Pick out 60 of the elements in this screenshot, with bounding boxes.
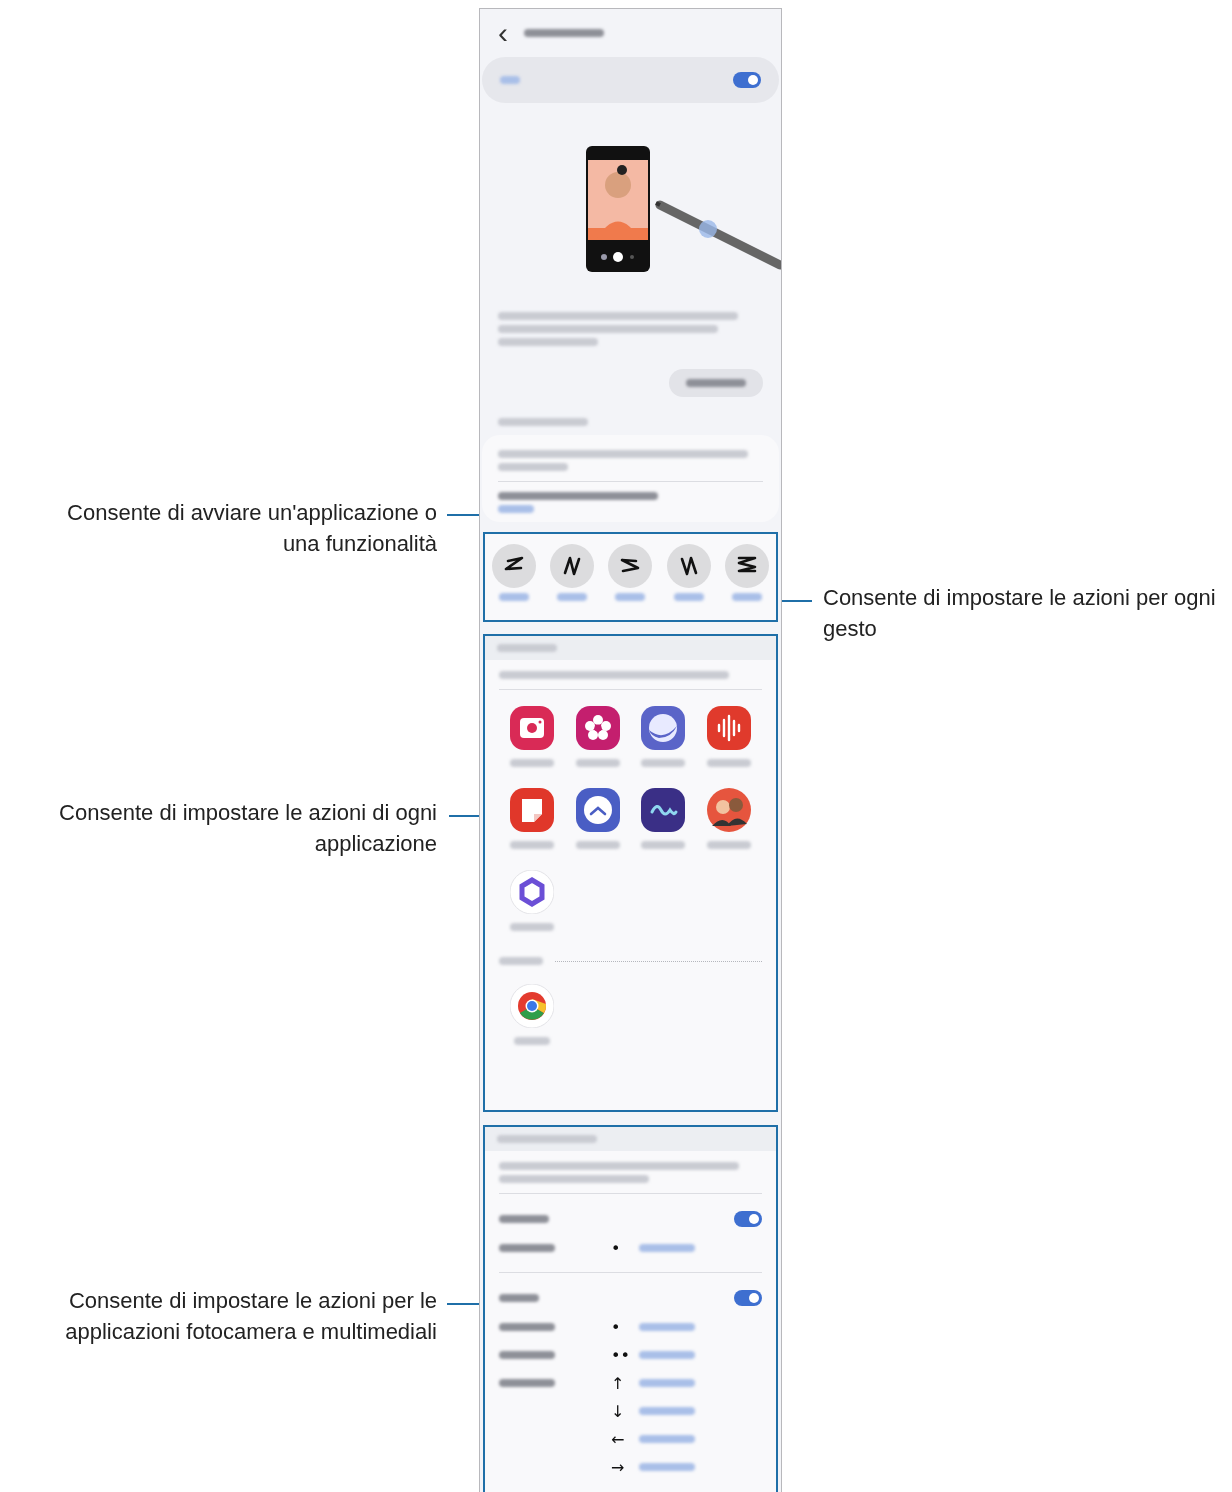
blurred-text xyxy=(639,1351,695,1359)
gesture-symbol: → xyxy=(611,1457,626,1477)
blurred-text xyxy=(499,1351,555,1359)
blurred-text xyxy=(575,759,620,767)
blurred-text xyxy=(499,957,543,965)
blurred-text xyxy=(639,1463,695,1471)
blurred-text xyxy=(509,841,554,849)
callout-text: Consente di impostare le azioni per le applicazioni fotocamera e multimediali xyxy=(64,1287,437,1346)
blurred-text xyxy=(499,1215,549,1223)
blurred-text xyxy=(500,76,520,84)
note-app-icon[interactable] xyxy=(509,788,554,832)
blurred-text xyxy=(641,841,686,849)
blurred-button[interactable] xyxy=(669,369,763,397)
camera-app-icon[interactable] xyxy=(509,706,554,750)
callout-text: Consente di impostare le azioni di ogni applicazione xyxy=(58,799,437,858)
blurred-text xyxy=(707,759,752,767)
callout-text: Consente di avviare un'applicazione o una funzionalità xyxy=(66,499,437,558)
gesture-symbol: •• xyxy=(611,1345,631,1365)
blurred-text xyxy=(639,1435,695,1443)
toggle-switch[interactable] xyxy=(734,1290,762,1306)
blurred-text xyxy=(513,1037,550,1045)
ring-app-icon[interactable] xyxy=(509,984,554,1028)
blurred-text xyxy=(499,1323,555,1331)
blurred-text xyxy=(575,841,620,849)
blurred-text xyxy=(641,759,686,767)
blurred-text xyxy=(639,1379,695,1387)
blurred-text xyxy=(498,463,568,471)
blurred-text xyxy=(673,593,704,601)
flower-app-icon[interactable] xyxy=(575,706,620,750)
blurred-text xyxy=(639,1244,695,1252)
back-button[interactable]: ‹ xyxy=(494,18,512,48)
blurred-text xyxy=(615,593,646,601)
blurred-text xyxy=(707,841,752,849)
chevron-app-icon[interactable] xyxy=(575,788,620,832)
blurred-text xyxy=(509,923,554,931)
blurred-text xyxy=(557,593,588,601)
zigzag-gesture-icon[interactable] xyxy=(724,544,769,588)
gesture-symbol: ← xyxy=(611,1429,626,1449)
gesture-symbol: • xyxy=(611,1238,622,1258)
blurred-text xyxy=(639,1407,695,1415)
blurred-text xyxy=(731,593,762,601)
blurred-text xyxy=(499,593,530,601)
blurred-text xyxy=(499,1244,555,1252)
waveform-app-icon[interactable] xyxy=(707,706,752,750)
blurred-text xyxy=(499,1379,555,1387)
squiggle-app-icon[interactable] xyxy=(641,788,686,832)
toggle-switch[interactable] xyxy=(733,72,761,88)
gesture-symbol: • xyxy=(611,1317,622,1337)
blurred-text xyxy=(498,505,534,513)
blurred-text xyxy=(497,644,557,652)
gesture-symbol: ↑ xyxy=(611,1373,626,1393)
people-app-icon[interactable] xyxy=(707,788,752,832)
callout-text: Consente di impostare le azioni per ogni gesto xyxy=(823,584,1217,643)
toggle-switch[interactable] xyxy=(734,1211,762,1227)
gesture-symbol: ↓ xyxy=(611,1401,626,1421)
globe-app-icon[interactable] xyxy=(641,706,686,750)
blurred-text xyxy=(499,1294,539,1302)
blurred-text xyxy=(509,759,554,767)
hexagon-app-icon[interactable] xyxy=(509,870,554,914)
blurred-text xyxy=(639,1323,695,1331)
